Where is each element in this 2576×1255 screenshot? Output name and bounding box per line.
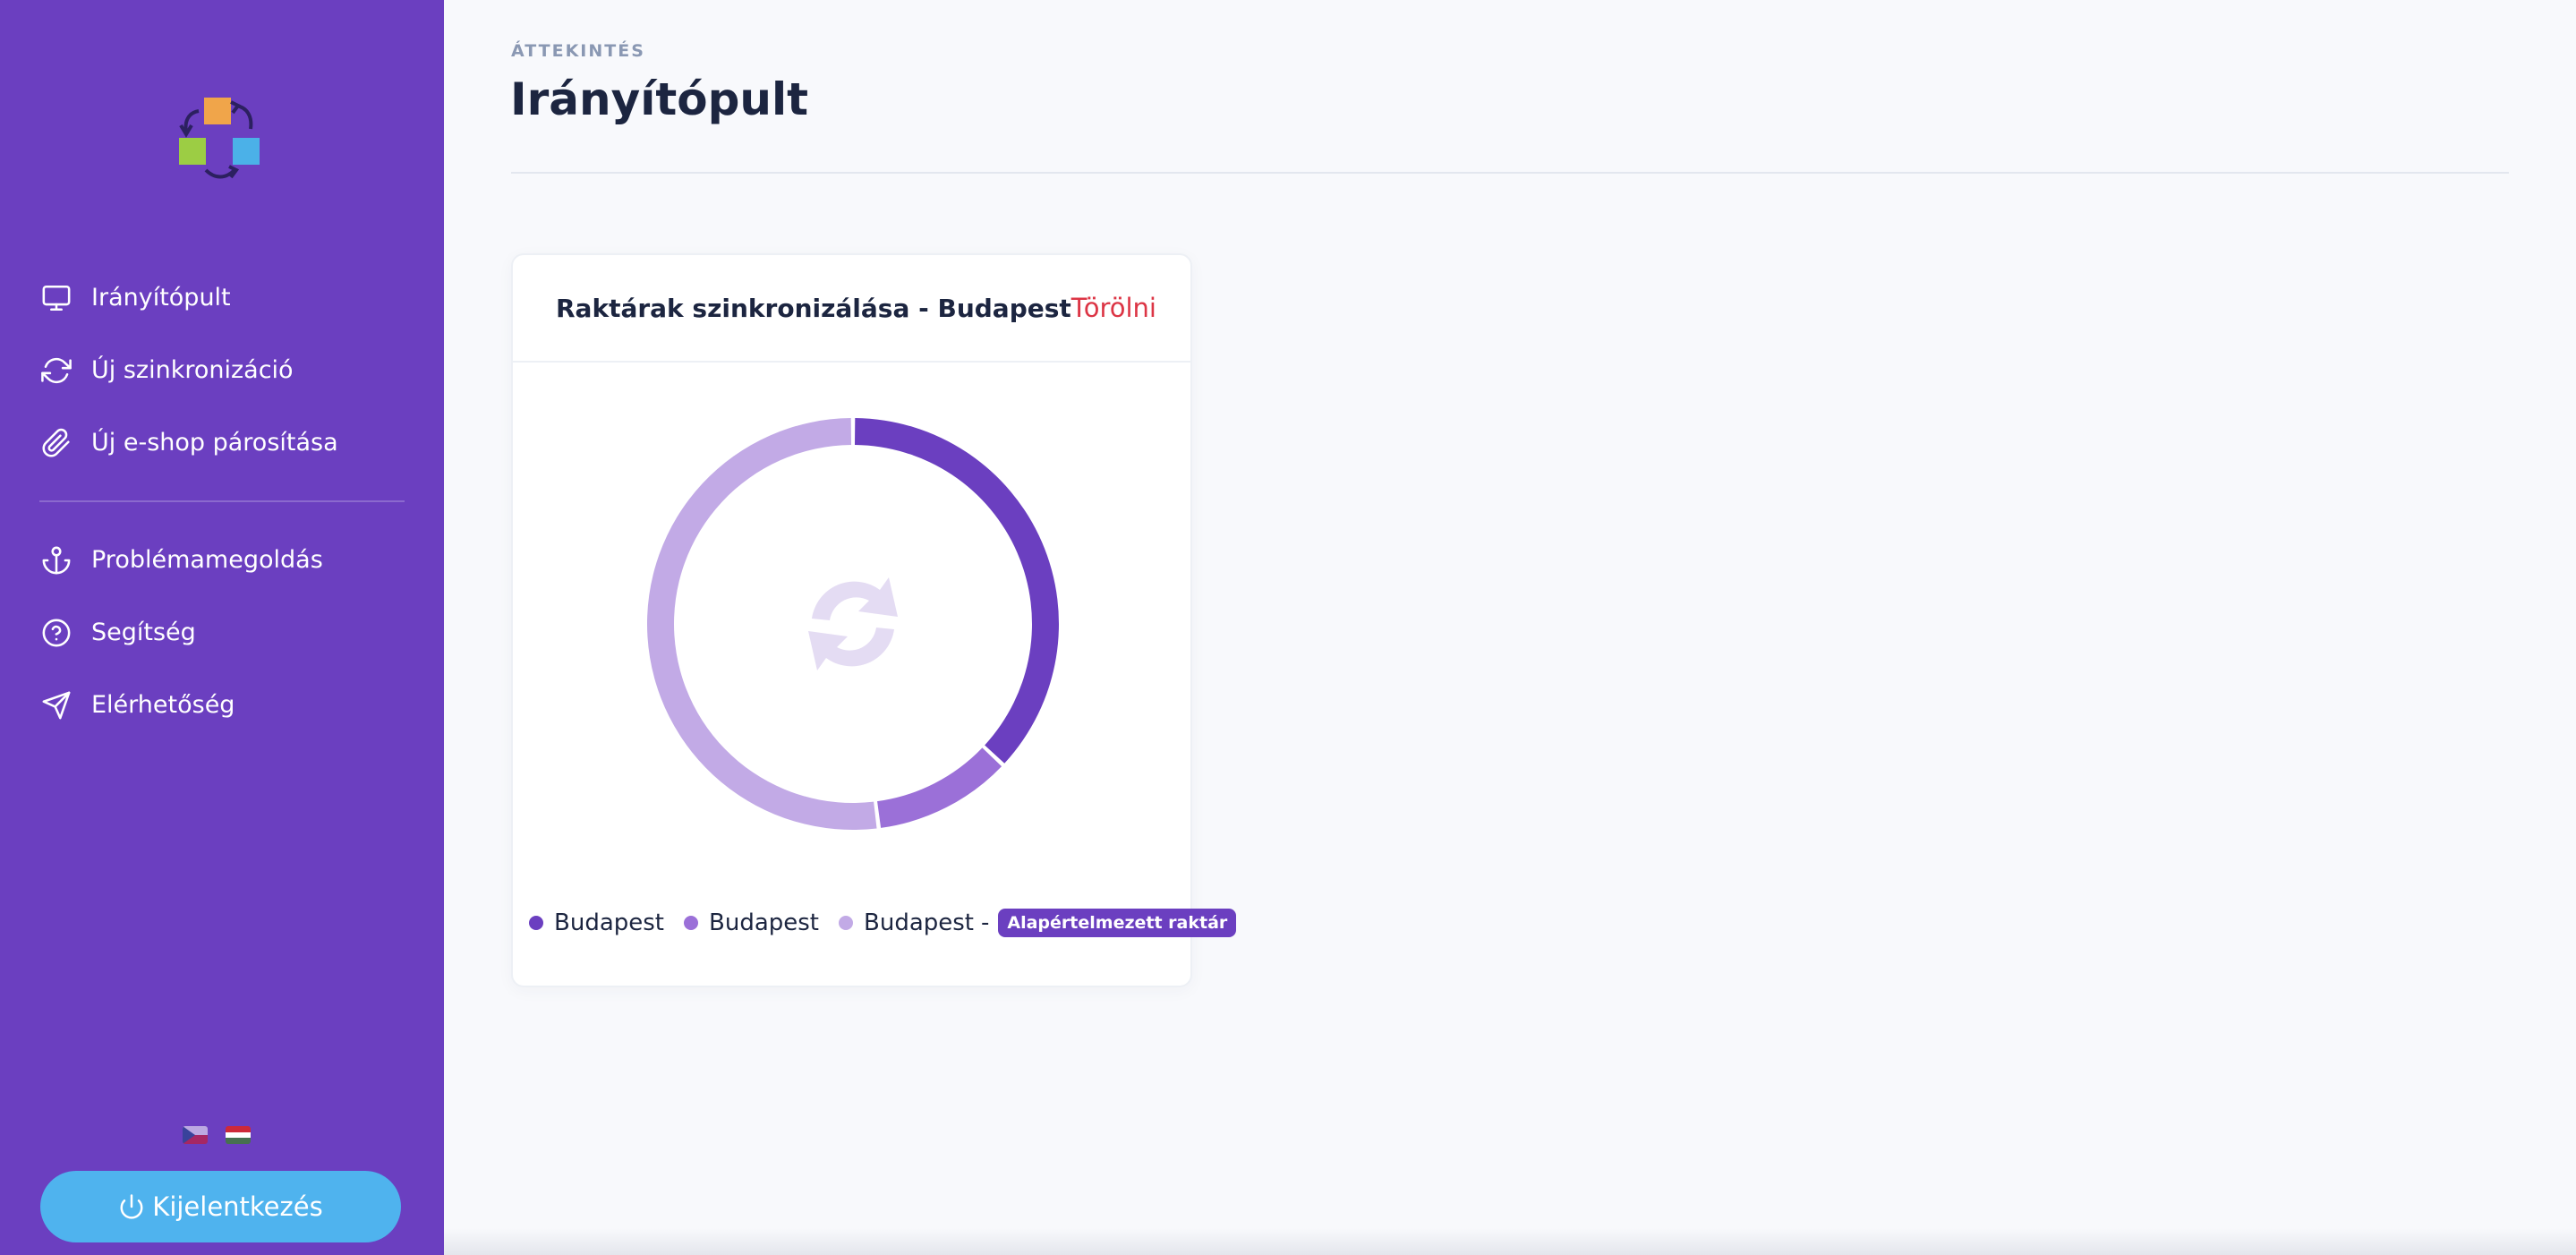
sidebar-item-troubleshooting[interactable]: Problémamegoldás <box>0 524 444 596</box>
header-divider <box>511 172 2509 174</box>
sync-card: Raktárak szinkronizálása - Budapest Törö… <box>511 253 1237 987</box>
donut-slice-3[interactable] <box>646 418 877 830</box>
sidebar-item-label: Segítség <box>91 619 196 646</box>
chart-legend: Budapest Budapest Budapest - Alapértelme… <box>529 909 1256 937</box>
donut-chart <box>646 418 1059 830</box>
sidebar-nav: Irányítópult Új szinkronizáció Új e-shop… <box>0 261 444 741</box>
legend-label: Budapest <box>709 909 819 936</box>
app-logo[interactable] <box>175 93 265 183</box>
logout-button[interactable]: Kijelentkezés <box>40 1171 401 1242</box>
sidebar-item-new-sync[interactable]: Új szinkronizáció <box>0 334 444 406</box>
card-title: Raktárak szinkronizálása - Budapest <box>556 293 1071 323</box>
sidebar-item-label: Új e-shop párosítása <box>91 429 338 457</box>
main-content: ÁTTEKINTÉS Irányítópult Raktárak szinkro… <box>444 0 2576 1255</box>
logout-label: Kijelentkezés <box>152 1191 323 1222</box>
sync-icon <box>39 354 73 388</box>
help-circle-icon <box>39 616 73 650</box>
legend-label: Budapest <box>554 909 664 936</box>
default-warehouse-badge: Alapértelmezett raktár <box>998 909 1237 937</box>
sync-logo-icon <box>179 98 260 179</box>
legend-label: Budapest <box>864 909 974 936</box>
legend-separator: - <box>981 909 990 936</box>
legend-item[interactable]: Budapest - Alapértelmezett raktár <box>839 909 1237 937</box>
donut-slice-2[interactable] <box>877 747 1002 828</box>
legend-item[interactable]: Budapest <box>684 909 819 936</box>
sync-center-icon <box>808 577 898 670</box>
monitor-icon <box>39 281 73 315</box>
sidebar-item-contact[interactable]: Elérhetőség <box>0 669 444 741</box>
sidebar-item-pair-eshop[interactable]: Új e-shop párosítása <box>0 406 444 479</box>
hu-flag-icon[interactable] <box>226 1126 251 1144</box>
sidebar: Irányítópult Új szinkronizáció Új e-shop… <box>0 0 444 1255</box>
legend-dot <box>529 916 543 930</box>
legend-item[interactable]: Budapest <box>529 909 664 936</box>
paperclip-icon <box>39 426 73 460</box>
card-header: Raktárak szinkronizálása - Budapest Törö… <box>513 255 1190 363</box>
language-switcher <box>183 1126 251 1144</box>
delete-button[interactable]: Törölni <box>1071 293 1156 323</box>
page-overline: ÁTTEKINTÉS <box>511 41 645 61</box>
sidebar-item-label: Elérhetőség <box>91 691 235 719</box>
legend-dot <box>684 916 698 930</box>
bottom-scroll-shadow <box>444 1228 2576 1255</box>
sidebar-item-dashboard[interactable]: Irányítópult <box>0 261 444 334</box>
anchor-icon <box>39 543 73 577</box>
sidebar-divider <box>39 500 405 502</box>
page-title: Irányítópult <box>510 73 809 125</box>
sidebar-item-help[interactable]: Segítség <box>0 596 444 669</box>
legend-dot <box>839 916 853 930</box>
sidebar-item-label: Új szinkronizáció <box>91 356 294 384</box>
sidebar-item-label: Problémamegoldás <box>91 546 323 574</box>
cz-flag-icon[interactable] <box>183 1126 208 1144</box>
send-icon <box>39 688 73 722</box>
sidebar-item-label: Irányítópult <box>91 284 231 312</box>
power-icon <box>120 1194 143 1219</box>
